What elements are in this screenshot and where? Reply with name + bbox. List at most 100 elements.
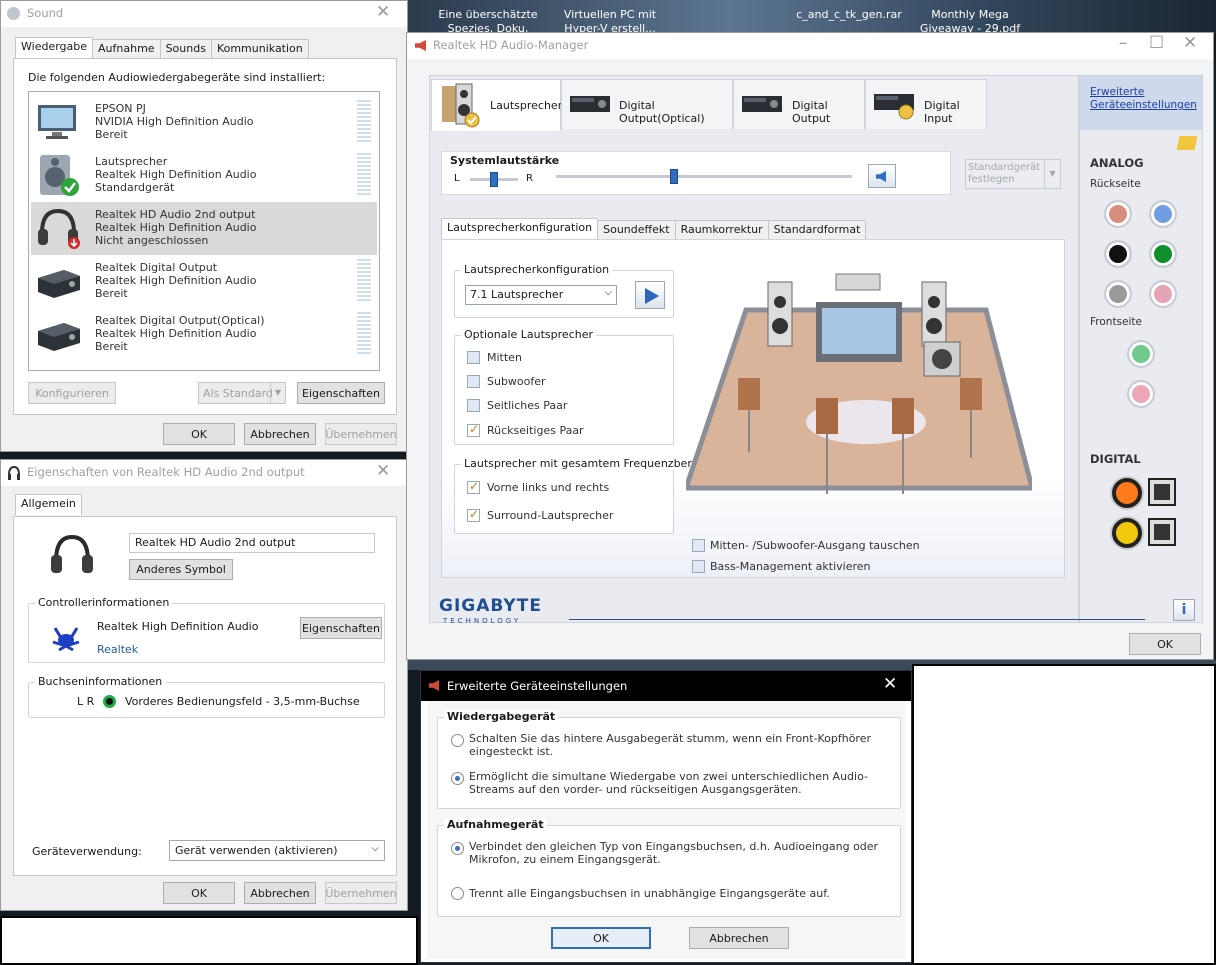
blank-window (912, 664, 1216, 965)
jack-rear-1[interactable] (1104, 200, 1132, 228)
cancel-button[interactable]: Abbrechen (244, 882, 316, 904)
configure-button[interactable]: Konfigurieren (28, 382, 116, 404)
tab-kommunikation[interactable]: Kommunikation (210, 39, 309, 58)
usage-value: Gerät verwenden (aktivieren) (175, 844, 338, 857)
list-item[interactable]: Realtek HD Audio 2nd output Realtek High … (31, 202, 377, 255)
analog-heading: ANALOG (1090, 156, 1144, 170)
properties-button[interactable]: Eigenschaften (297, 382, 385, 404)
volume-thumb[interactable] (670, 169, 679, 184)
close-icon[interactable]: ✕ (1183, 35, 1197, 52)
tab-aufnahme[interactable]: Aufnahme (92, 39, 161, 58)
close-icon[interactable]: ✕ (376, 463, 390, 480)
tab-digital-output[interactable]: Digital Output (733, 79, 865, 129)
ok-button[interactable]: OK (163, 882, 235, 904)
device-status: Bereit (95, 287, 128, 300)
device-name: Realtek Digital Output(Optical) (95, 314, 265, 327)
window-title: Eigenschaften von Realtek HD Audio 2nd o… (27, 465, 305, 479)
controller-properties-button[interactable]: Eigenschaften (300, 617, 382, 639)
list-item[interactable]: Realtek Digital Output Realtek High Defin… (31, 255, 377, 308)
jack-front-1[interactable] (1127, 340, 1155, 368)
list-item[interactable]: Lautsprecher Realtek High Definition Audi… (31, 149, 377, 202)
ok-button[interactable]: OK (551, 927, 651, 949)
tab-digital-input[interactable]: Digital Input (865, 79, 987, 129)
check-icon: ✓ (469, 422, 480, 436)
info-button[interactable]: i (1173, 599, 1195, 621)
cancel-button[interactable]: Abbrechen (689, 927, 789, 949)
jack-rear-2[interactable] (1149, 200, 1177, 228)
subtab-sound-effect[interactable]: Soundeffekt (597, 220, 676, 239)
desktop-icon[interactable]: c_and_c_tk_gen.rar (792, 8, 906, 22)
advanced-settings-link[interactable]: Erweiterte Geräteeinstellungen (1090, 86, 1200, 112)
jack-front-2[interactable] (1127, 380, 1155, 408)
speaker-icon (429, 680, 439, 691)
level-meter (357, 153, 371, 197)
device-name-field[interactable]: Realtek HD Audio 2nd output (129, 533, 375, 553)
jack-rear-3[interactable] (1104, 240, 1132, 268)
ok-button[interactable]: OK (163, 423, 235, 445)
coax-jack-icon[interactable] (1112, 518, 1142, 548)
folder-icon (1176, 136, 1198, 150)
usage-select[interactable]: Gerät verwenden (aktivieren) ⌵ (169, 840, 385, 861)
checkbox-swap[interactable] (692, 539, 705, 552)
apply-button[interactable]: Übernehmen (325, 423, 397, 445)
speaker-config-select[interactable]: 7.1 Lautsprecher ⌵ (465, 285, 617, 305)
set-default-button[interactable]: Als Standard ▼ (198, 382, 286, 404)
tab-wiedergabe[interactable]: Wiedergabe (15, 37, 94, 58)
radio-simultaneous[interactable] (451, 772, 464, 785)
sound-titlebar: Sound (1, 1, 407, 27)
jack-rear-4[interactable] (1149, 240, 1177, 268)
radio-separate-inputs[interactable] (451, 887, 464, 900)
optical-jack-icon[interactable] (1148, 518, 1176, 546)
receiver-icon (38, 270, 80, 298)
checkbox-surround[interactable]: ✓ (467, 507, 480, 522)
device-status: Bereit (95, 128, 128, 141)
optical-jack-icon[interactable] (1148, 478, 1176, 506)
checkbox-rear-pair[interactable]: ✓ (467, 422, 480, 437)
fullrange-group: Lautsprecher mit gesamtem Frequenzbereic… (454, 457, 718, 534)
close-icon[interactable]: ✕ (376, 4, 390, 21)
headphones-icon (8, 465, 20, 480)
radio-mute-rear[interactable] (451, 734, 464, 747)
speaker-icon (876, 171, 886, 182)
device-driver: Realtek High Definition Audio (95, 327, 257, 340)
play-test-button[interactable] (635, 281, 665, 309)
ok-button[interactable]: OK (1129, 633, 1201, 655)
list-item[interactable]: Realtek Digital Output(Optical) Realtek H… (31, 308, 377, 361)
fullrange-group-label: Lautsprecher mit gesamtem Frequenzbereic… (461, 457, 718, 470)
checkbox-front[interactable]: ✓ (467, 479, 480, 494)
subtab-speaker-config[interactable]: Lautsprecherkonfiguration (441, 218, 599, 239)
apply-button[interactable]: Übernehmen (325, 882, 397, 904)
subtab-default-format[interactable]: Standardformat (767, 220, 867, 239)
volume-slider[interactable] (556, 169, 852, 184)
tab-allgemein[interactable]: Allgemein (15, 494, 82, 515)
maximize-icon[interactable]: ☐ (1149, 35, 1164, 52)
checkbox-mitten[interactable] (467, 351, 480, 364)
tab-sounds[interactable]: Sounds (159, 39, 212, 58)
mute-button[interactable] (868, 164, 896, 188)
set-default-dropdown[interactable]: Standardgerät festlegen ▼ (965, 159, 1061, 189)
jack-rear-5[interactable] (1104, 280, 1132, 308)
checkbox-subwoofer[interactable] (467, 375, 480, 388)
controller-vendor-link[interactable]: Realtek (97, 643, 138, 656)
checkbox-bass[interactable] (692, 560, 705, 573)
radio-combine-inputs[interactable] (451, 842, 464, 855)
close-icon[interactable]: ✕ (883, 674, 897, 694)
device-list[interactable]: EPSON PJ NVIDIA High Definition Audio Bere… (28, 91, 380, 371)
balance-thumb[interactable] (490, 172, 498, 187)
volume-label: Systemlautstärke (450, 154, 560, 167)
list-item[interactable]: EPSON PJ NVIDIA High Definition Audio Bere… (31, 96, 377, 149)
minimize-icon[interactable]: – (1119, 35, 1128, 52)
chevron-down-icon: ⌵ (604, 287, 612, 298)
set-default-label: Als Standard (203, 386, 273, 400)
balance-slider[interactable] (470, 172, 518, 187)
checkbox-side-pair[interactable] (467, 399, 480, 412)
jack-rear-6[interactable] (1149, 280, 1177, 308)
change-icon-button[interactable]: Anderes Symbol (129, 559, 233, 580)
tab-lautsprecher[interactable]: Lautsprecher (431, 79, 562, 131)
headphones-icon (38, 208, 80, 249)
subtab-room-correction[interactable]: Raumkorrektur (674, 220, 769, 239)
blank-window (0, 916, 418, 965)
tab-digital-optical[interactable]: Digital Output(Optical) (561, 79, 733, 129)
coax-jack-icon[interactable] (1112, 478, 1142, 508)
cancel-button[interactable]: Abbrechen (244, 423, 316, 445)
